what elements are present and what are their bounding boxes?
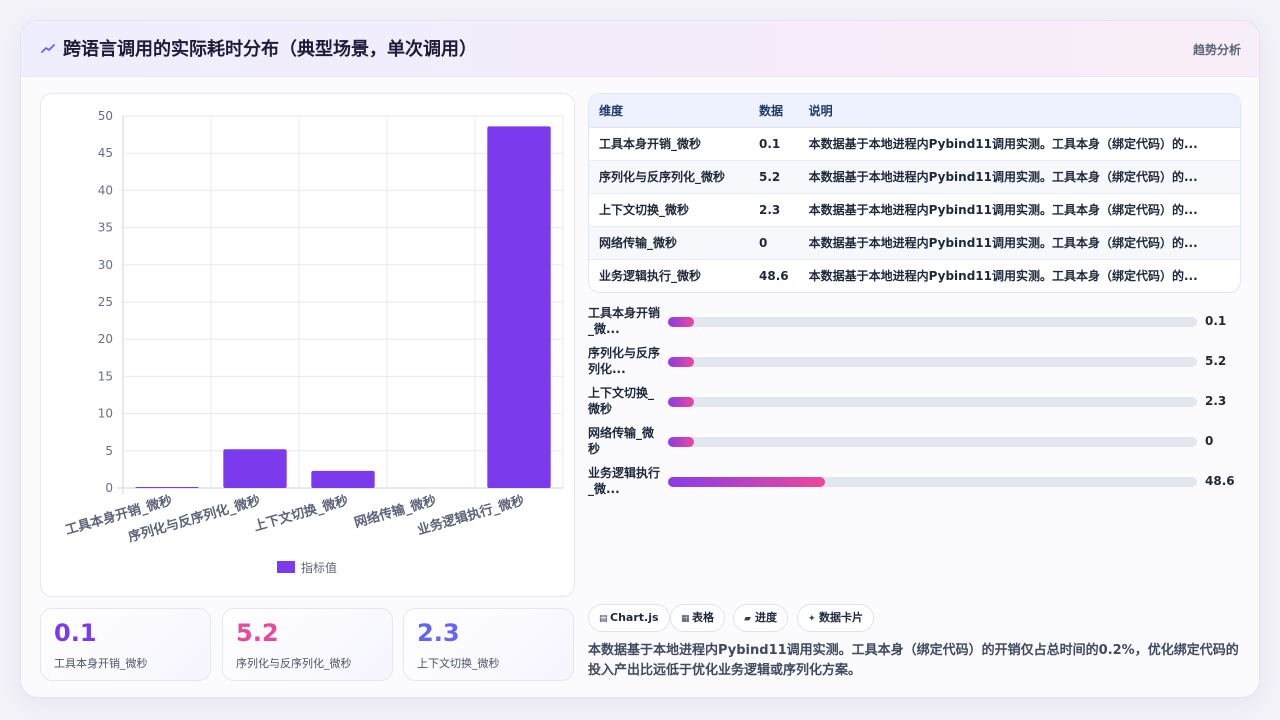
table-cell: 本数据基于本地进程内Pybind11调用实测。工具本身（绑定代码）的...: [798, 127, 1240, 161]
table-cell: 0: [749, 226, 799, 260]
data-table: 维度 数据 说明 工具本身开销_微秒 0.1 本数据基于本地进程内Pybind1…: [588, 93, 1241, 293]
progress-value: 0.1: [1205, 314, 1227, 328]
dashboard-card: 跨语言调用的实际耗时分布（典型场景，单次调用） 趋势分析 0 5 10 15 20 25 3…: [20, 20, 1260, 698]
y-tick-label: 40: [98, 183, 113, 197]
progress-value: 0: [1205, 434, 1214, 448]
y-tick-label: 5: [105, 444, 113, 458]
y-tick-label: 15: [98, 369, 113, 383]
progress-row: 序列化与反序 列化... 5.2: [588, 343, 1248, 383]
chip-chartjs[interactable]: ▤ Chart.js: [588, 604, 670, 632]
kpi-value: 2.3: [417, 619, 460, 647]
table-row: 上下文切换_微秒 2.3 本数据基于本地进程内Pybind11调用实测。工具本身…: [589, 193, 1240, 227]
table-header-row: 维度 数据 说明: [589, 94, 1240, 128]
progress-fill: [668, 397, 694, 407]
table-cell: 网络传输_微秒: [589, 226, 749, 260]
progress-track: [668, 437, 1197, 447]
kpi-value: 5.2: [236, 619, 279, 647]
progress-row: 工具本身开销 _微... 0.1: [588, 303, 1248, 343]
chip-table[interactable]: ▦ 表格: [670, 604, 725, 632]
bar-chart-panel: 0 5 10 15 20 25 30 35 40 45 50 工具本身开销_微秒 序列化与反序列化_微秒…: [40, 93, 575, 597]
chip-progress[interactable]: ▰ 进度: [733, 604, 788, 632]
progress-track: [668, 357, 1197, 367]
table-row: 工具本身开销_微秒 0.1 本数据基于本地进程内Pybind11调用实测。工具本…: [589, 127, 1240, 161]
progress-fill: [668, 317, 694, 327]
kpi-label: 上下文切换_微秒: [417, 657, 500, 670]
kpi-card: 2.3 上下文切换_微秒: [403, 608, 574, 681]
table-cell: 0.1: [749, 127, 799, 161]
table-cell: 业务逻辑执行_微秒: [599, 269, 702, 284]
table-cell: 工具本身开销_微秒: [589, 127, 749, 161]
progress-list: 工具本身开销 _微... 0.1 序列化与反序 列化... 5.2 上下文切换_ 微秒…: [588, 303, 1248, 503]
bar-chart: 05101520253035404550工具本身开销_微秒序列化与反序列化_微秒…: [63, 109, 564, 575]
table-icon: ▦: [681, 614, 690, 624]
sparkle-icon: ✦: [808, 614, 816, 624]
progress-value: 48.6: [1205, 474, 1235, 488]
legend-label: 指标值: [301, 560, 337, 575]
table-row: 业务逻辑执行_微秒 48.6 本数据基于本地进程内Pybind11调用实测。工具…: [589, 259, 1240, 292]
y-tick-label: 10: [98, 407, 113, 421]
legend-swatch: [277, 561, 295, 573]
progress-fill: [668, 357, 694, 367]
y-tick-label: 45: [98, 146, 113, 160]
table-cell: 5.2: [749, 160, 799, 194]
progress-row: 上下文切换_ 微秒 2.3: [588, 383, 1248, 423]
progress-value: 5.2: [1205, 354, 1227, 368]
header-bar: 跨语言调用的实际耗时分布（典型场景，单次调用） 趋势分析: [21, 21, 1259, 77]
analysis-tag[interactable]: 趋势分析: [1193, 41, 1241, 58]
table-cell: 上下文切换_微秒: [589, 193, 749, 227]
progress-row: 网络传输_微秒 0: [588, 423, 1248, 463]
kpi-card: 0.1 工具本身开销_微秒: [40, 608, 211, 681]
progress-icon: ▰: [744, 614, 751, 624]
table-cell: 2.3: [749, 193, 799, 227]
y-tick-label: 25: [98, 295, 113, 309]
table-cell: 本数据基于本地进程内Pybind11调用实测。工具本身（绑定代码）的...: [798, 160, 1240, 194]
progress-track: [668, 397, 1197, 407]
table-row: 序列化与反序列化_微秒 5.2 本数据基于本地进程内Pybind11调用实测。工…: [589, 160, 1240, 194]
y-tick-label: 50: [98, 109, 113, 123]
progress-track: [668, 317, 1197, 327]
table-cell: 本数据基于本地进程内Pybind11调用实测。工具本身（绑定代码）的...: [808, 269, 1198, 284]
bar: [311, 470, 375, 488]
table-cell: 序列化与反序列化_微秒: [589, 160, 749, 194]
summary-note: 本数据基于本地进程内Pybind11调用实测。工具本身（绑定代码）的开销仅占总时…: [588, 643, 1239, 678]
y-tick-label: 0: [105, 481, 113, 495]
trend-line-icon: [41, 44, 55, 53]
chip-data-cards[interactable]: ✦ 数据卡片: [797, 604, 874, 632]
progress-fill: [668, 437, 694, 447]
y-tick-label: 20: [98, 332, 113, 346]
page-title: 跨语言调用的实际耗时分布（典型场景，单次调用）: [63, 39, 477, 60]
table-row: 网络传输_微秒 0 本数据基于本地进程内Pybind11调用实测。工具本身（绑定…: [589, 226, 1240, 260]
bar: [135, 487, 199, 488]
table-cell: 48.6: [759, 268, 789, 283]
progress-row: 业务逻辑执行 _微... 48.6: [588, 463, 1248, 503]
progress-value: 2.3: [1205, 394, 1227, 408]
y-tick-label: 30: [98, 258, 113, 272]
progress-label: 序列化与反序 列化...: [588, 346, 661, 376]
chart-icon: ▤: [599, 614, 608, 624]
progress-track: [668, 477, 1197, 487]
bar: [223, 449, 287, 488]
kpi-label: 工具本身开销_微秒: [54, 657, 148, 670]
x-tick-label: 上下文切换_微秒: [252, 492, 350, 534]
kpi-label: 序列化与反序列化_微秒: [236, 657, 352, 670]
table-header: 维度: [589, 94, 749, 128]
table-cell: 本数据基于本地进程内Pybind11调用实测。工具本身（绑定代码）的...: [798, 193, 1240, 227]
progress-label: 业务逻辑执行 _微...: [588, 466, 661, 496]
progress-label: 工具本身开销 _微...: [588, 306, 661, 336]
y-tick-label: 35: [98, 221, 113, 235]
table-cell: 本数据基于本地进程内Pybind11调用实测。工具本身（绑定代码）的...: [798, 226, 1240, 260]
table-header: 说明: [798, 94, 1240, 128]
kpi-card: 5.2 序列化与反序列化_微秒: [222, 608, 393, 681]
bar: [487, 126, 551, 488]
progress-fill: [668, 477, 826, 487]
kpi-value: 0.1: [54, 619, 97, 647]
table-header: 数据: [749, 94, 799, 128]
progress-label: 网络传输_微秒: [588, 426, 655, 456]
progress-label: 上下文切换_ 微秒: [588, 386, 655, 416]
